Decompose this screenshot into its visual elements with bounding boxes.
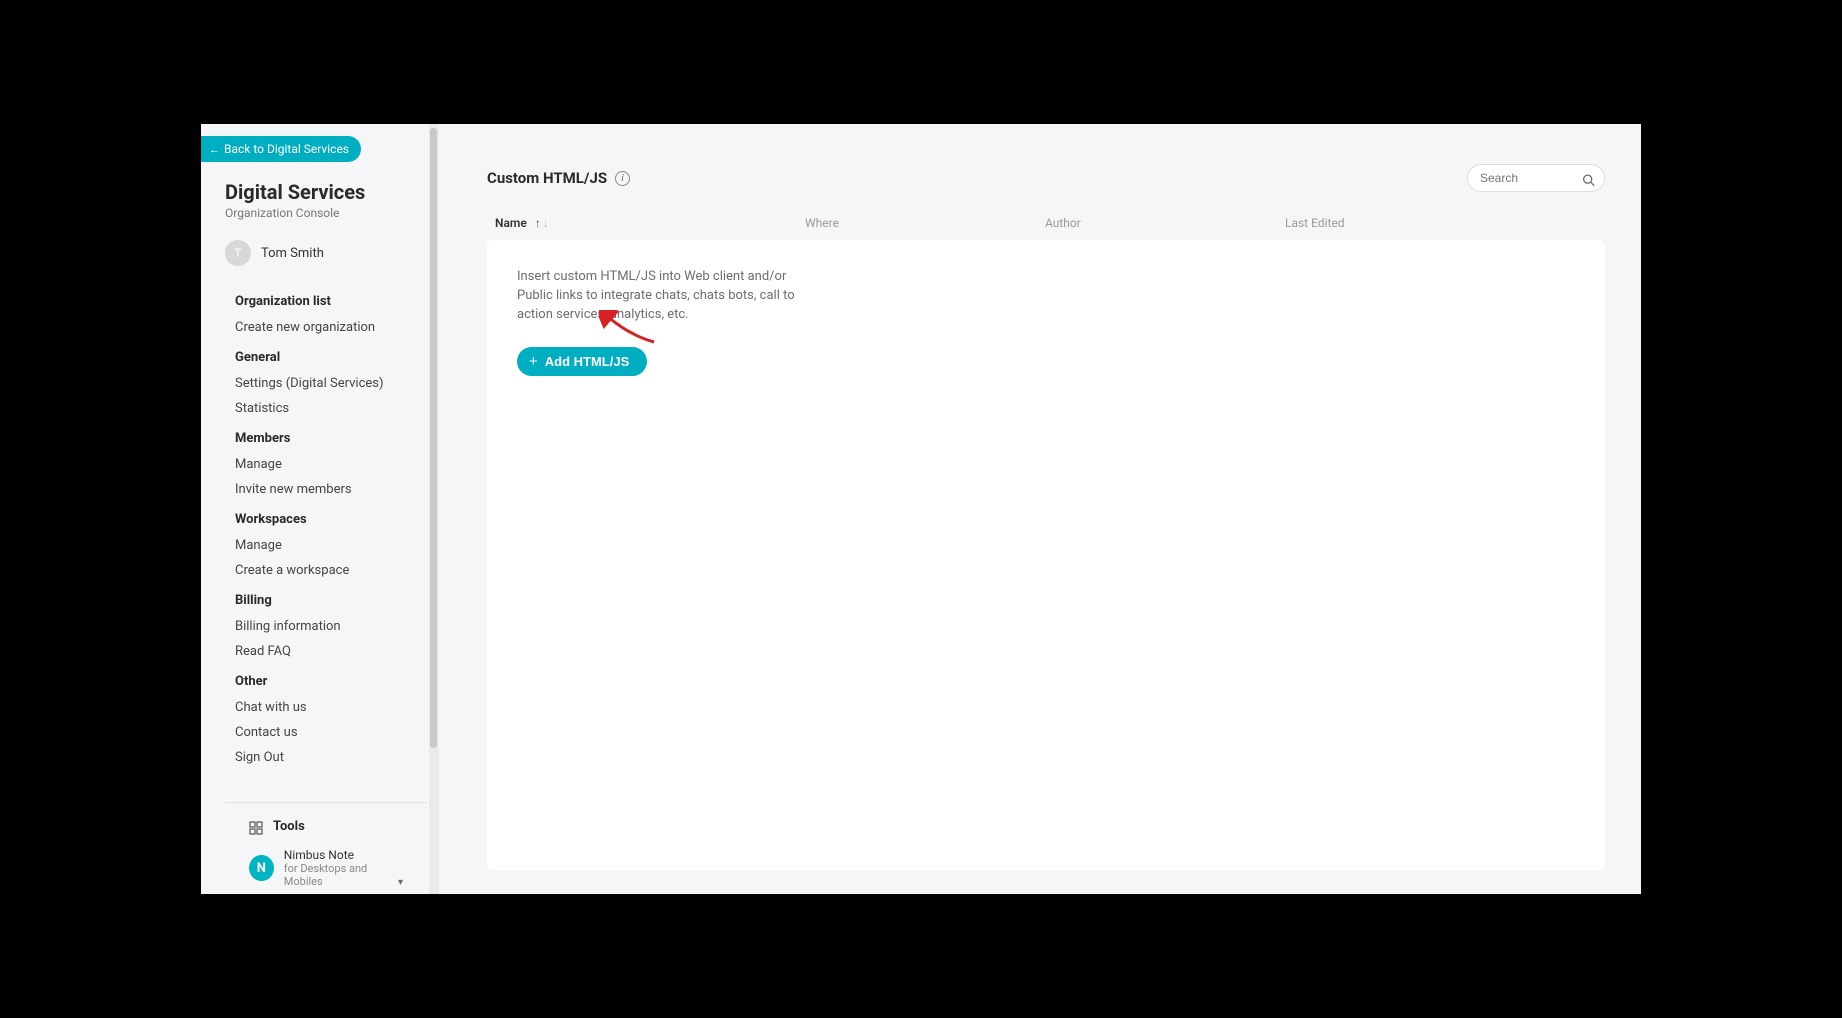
page-title: Custom HTML/JS xyxy=(487,169,607,187)
brand-block: Digital Services Organization Console xyxy=(201,162,431,224)
col-name[interactable]: Name ↑ ↓ xyxy=(495,216,805,230)
scrollbar-thumb[interactable] xyxy=(430,128,437,748)
nav-item-members-invite[interactable]: Invite new members xyxy=(235,477,407,502)
nav-head-billing: Billing xyxy=(235,593,407,608)
nav-item-workspaces-create[interactable]: Create a workspace xyxy=(235,558,407,583)
col-author[interactable]: Author xyxy=(1045,216,1285,230)
tools-label: Tools xyxy=(273,819,305,834)
nav-group-billing: Billing Billing information Read FAQ xyxy=(201,583,431,664)
product-sub: for Desktops and Mobiles xyxy=(284,862,403,888)
nav-head-org[interactable]: Organization list xyxy=(235,294,407,309)
col-last-edited[interactable]: Last Edited xyxy=(1285,216,1597,230)
nav-head-workspaces: Workspaces xyxy=(235,512,407,527)
nav-item-workspaces-manage[interactable]: Manage xyxy=(235,533,407,558)
table-header: Name ↑ ↓ Where Author Last Edited xyxy=(487,216,1605,240)
nav-group-general: General Settings (Digital Services) Stat… xyxy=(201,340,431,421)
nav-head-general: General xyxy=(235,350,407,365)
sort-asc-icon[interactable]: ↑ xyxy=(535,216,541,230)
product-name: Nimbus Note xyxy=(284,848,403,862)
back-button-label: Back to Digital Services xyxy=(224,142,349,156)
main-area: Custom HTML/JS i Name ↑ ↓ Where xyxy=(431,124,1641,894)
product-text: Nimbus Note for Desktops and Mobiles xyxy=(284,848,403,888)
nav-item-signout[interactable]: Sign Out xyxy=(235,745,407,770)
arrow-left-icon: ← xyxy=(209,143,220,156)
brand-subtitle: Organization Console xyxy=(225,206,407,220)
grid-icon xyxy=(249,820,263,834)
search-wrap xyxy=(1467,164,1605,192)
nav-group-members: Members Manage Invite new members xyxy=(201,421,431,502)
page-title-wrap: Custom HTML/JS i xyxy=(487,169,630,187)
col-where[interactable]: Where xyxy=(805,216,1045,230)
nav-item-chat[interactable]: Chat with us xyxy=(235,695,407,720)
add-html-js-button[interactable]: + Add HTML/JS xyxy=(517,347,647,376)
nav-item-contact[interactable]: Contact us xyxy=(235,720,407,745)
empty-state-hint: Insert custom HTML/JS into Web client an… xyxy=(517,268,817,325)
col-name-label: Name xyxy=(495,216,527,230)
nav-item-create-org[interactable]: Create new organization xyxy=(235,315,407,340)
sidebar: ← Back to Digital Services Digital Servi… xyxy=(201,124,431,894)
content-card: Insert custom HTML/JS into Web client an… xyxy=(487,240,1605,870)
user-row[interactable]: T Tom Smith xyxy=(201,224,431,274)
app-window: ← Back to Digital Services Digital Servi… xyxy=(201,124,1641,894)
nav-head-other: Other xyxy=(235,674,407,689)
nav-group-org: Organization list Create new organizatio… xyxy=(201,284,431,340)
nav-group-other: Other Chat with us Contact us Sign Out xyxy=(201,664,431,770)
product-row[interactable]: N Nimbus Note for Desktops and Mobiles ▾ xyxy=(249,844,403,892)
nav-item-settings[interactable]: Settings (Digital Services) xyxy=(235,371,407,396)
sidebar-scrollbar[interactable] xyxy=(429,124,439,894)
sidebar-bottom: Tools N Nimbus Note for Desktops and Mob… xyxy=(225,802,427,894)
main-header: Custom HTML/JS i xyxy=(487,164,1605,192)
user-name: Tom Smith xyxy=(261,246,324,261)
sort-icons[interactable]: ↑ ↓ xyxy=(535,216,549,230)
nav-item-billing-faq[interactable]: Read FAQ xyxy=(235,639,407,664)
nav-item-members-manage[interactable]: Manage xyxy=(235,452,407,477)
chevron-down-icon[interactable]: ▾ xyxy=(398,877,403,888)
plus-icon: + xyxy=(529,354,538,369)
brand-title: Digital Services xyxy=(225,180,407,204)
product-logo: N xyxy=(249,855,274,881)
avatar: T xyxy=(225,240,251,266)
nav-group-workspaces: Workspaces Manage Create a workspace xyxy=(201,502,431,583)
info-icon[interactable]: i xyxy=(615,171,630,186)
nav-item-billing-info[interactable]: Billing information xyxy=(235,614,407,639)
tools-row[interactable]: Tools xyxy=(249,815,403,844)
nav-head-members: Members xyxy=(235,431,407,446)
add-button-label: Add HTML/JS xyxy=(545,354,630,369)
search-icon[interactable] xyxy=(1582,172,1595,185)
sort-desc-icon[interactable]: ↓ xyxy=(543,216,549,230)
back-to-services-button[interactable]: ← Back to Digital Services xyxy=(201,136,361,162)
nav-item-statistics[interactable]: Statistics xyxy=(235,396,407,421)
sidebar-nav: Organization list Create new organizatio… xyxy=(201,274,431,770)
